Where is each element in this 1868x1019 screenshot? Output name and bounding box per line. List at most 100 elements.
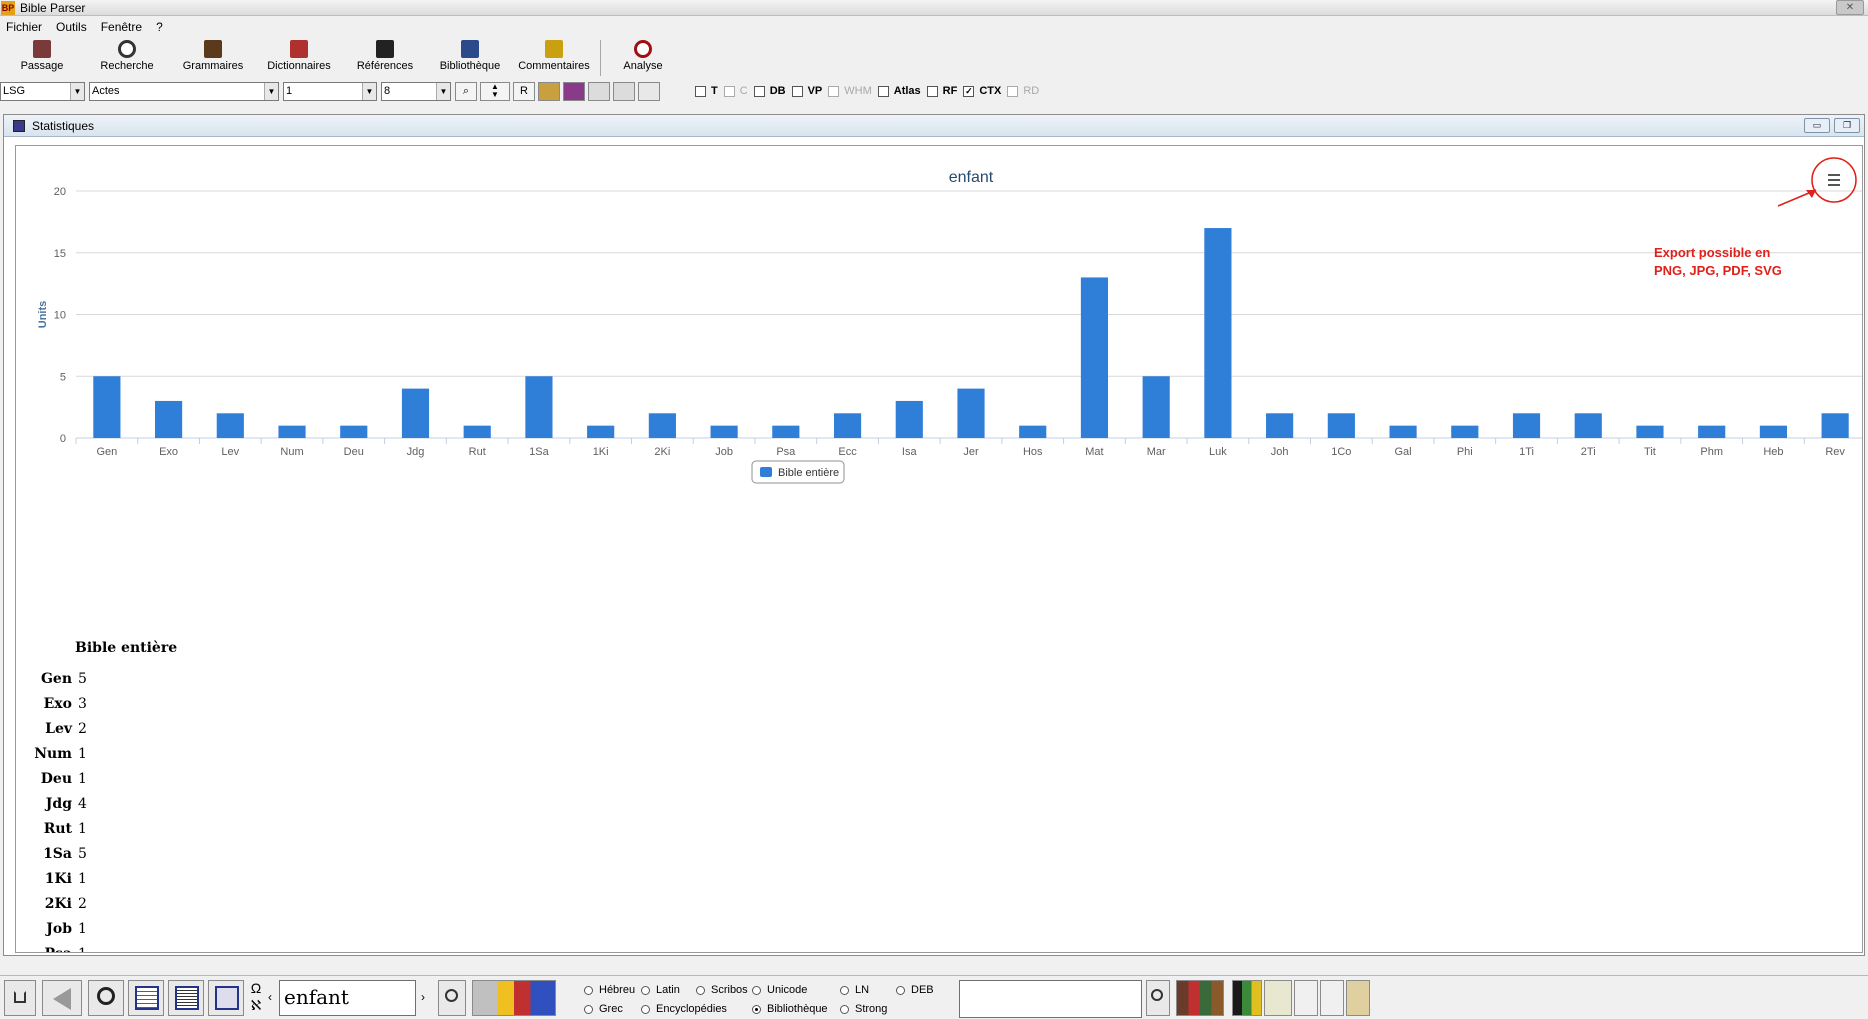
x-tick-label: Job bbox=[715, 446, 733, 458]
stats-book-label: Job bbox=[46, 920, 72, 937]
analysis-icon bbox=[634, 40, 652, 58]
x-tick-label: Gen bbox=[96, 446, 117, 458]
person-icon[interactable] bbox=[1346, 980, 1370, 1016]
references-button[interactable]: Références bbox=[342, 38, 428, 78]
y-tick-label: 10 bbox=[54, 310, 66, 322]
option-rf[interactable]: RF bbox=[926, 85, 957, 97]
radio-deb[interactable]: DEB bbox=[896, 984, 934, 996]
history-prev-button[interactable]: ‹ bbox=[268, 990, 272, 1004]
option-db[interactable]: DB bbox=[753, 85, 786, 97]
book-select[interactable]: Actes ▼ bbox=[89, 81, 279, 101]
stats-row: Gen 5 bbox=[26, 666, 326, 691]
stats-value: 4 bbox=[78, 795, 87, 812]
y-axis-label: Units bbox=[37, 301, 49, 329]
bar-2ki bbox=[648, 413, 676, 438]
verse-select[interactable]: 8 ▼ bbox=[381, 81, 451, 101]
menu-help[interactable]: ? bbox=[156, 18, 163, 36]
grammaires-button[interactable]: Grammaires bbox=[170, 38, 256, 78]
x-tick-label: Isa bbox=[902, 446, 918, 458]
menu-fichier[interactable]: Fichier bbox=[6, 18, 42, 36]
chapter-select[interactable]: 1 ▼ bbox=[283, 81, 377, 101]
option-whm[interactable]: WHM bbox=[828, 85, 872, 97]
lines-view-icon[interactable] bbox=[168, 980, 204, 1016]
library-books-icon[interactable] bbox=[1176, 980, 1224, 1016]
option-vp[interactable]: VP bbox=[791, 85, 822, 97]
option-t[interactable]: T bbox=[695, 85, 718, 97]
history-next-button[interactable]: › bbox=[421, 990, 425, 1004]
tools-icon[interactable] bbox=[613, 81, 635, 101]
bar-job bbox=[710, 425, 738, 438]
stats-value: 3 bbox=[78, 695, 87, 712]
single-column-icon[interactable] bbox=[128, 980, 164, 1016]
stats-row: Num 1 bbox=[26, 741, 326, 766]
passage-button[interactable]: Passage bbox=[0, 38, 84, 78]
back-arrow-icon[interactable] bbox=[42, 980, 82, 1016]
omega-icon[interactable]: Ω bbox=[248, 980, 264, 997]
minimize-button[interactable]: ▭ bbox=[1804, 118, 1830, 133]
columns-icon[interactable] bbox=[1232, 980, 1262, 1016]
options-checkboxes: T C DB VP WHM Atlas RF ✓ CTX RD bbox=[689, 85, 1039, 97]
aleph-icon[interactable]: ℵ bbox=[248, 997, 264, 1014]
bar-phm bbox=[1698, 425, 1726, 438]
bar-gen bbox=[93, 376, 121, 438]
radio-encyclopedies[interactable]: Encyclopédies bbox=[641, 1003, 727, 1015]
toolbox-icon[interactable] bbox=[538, 81, 560, 101]
recherche-button[interactable]: Recherche bbox=[84, 38, 170, 78]
network-graph-icon[interactable] bbox=[1294, 980, 1318, 1016]
version-select[interactable]: LSG ▼ bbox=[0, 81, 85, 101]
r-button[interactable]: R bbox=[513, 81, 535, 101]
statistics-content: enfant 0 5 10 15 20 Units Gen Exo Lev Num Deu Jdg Rut… bbox=[15, 145, 1863, 953]
radio-bibliotheque[interactable]: Bibliothèque bbox=[752, 1003, 828, 1015]
home-icon[interactable] bbox=[4, 980, 36, 1016]
x-tick-label: Rev bbox=[1825, 446, 1845, 458]
books-stack-icon[interactable] bbox=[563, 81, 585, 101]
radio-strong[interactable]: Strong bbox=[840, 1003, 887, 1015]
passage-selector-row: LSG ▼ Actes ▼ 1 ▼ 8 ▼ ⌕ ▲ ▼ R T C DB VP W… bbox=[0, 80, 1868, 102]
secondary-search-input[interactable] bbox=[959, 980, 1142, 1018]
analyse-button[interactable]: Analyse bbox=[605, 38, 681, 78]
radio-unicode[interactable]: Unicode bbox=[752, 984, 807, 996]
option-c[interactable]: C bbox=[723, 85, 748, 97]
radio-scribos[interactable]: Scribos bbox=[696, 984, 748, 996]
y-tick-label: 5 bbox=[60, 371, 66, 383]
bottom-toolbar: Ω ℵ ‹ enfant › Hébreu Latin Scribos Unic… bbox=[0, 975, 1868, 1019]
chevron-down-icon: ▼ bbox=[436, 82, 450, 100]
option-atlas[interactable]: Atlas bbox=[877, 85, 921, 97]
search-go-icon[interactable] bbox=[438, 980, 466, 1016]
commentaires-button[interactable]: Commentaires bbox=[512, 38, 596, 78]
title-bar: BP Bible Parser ✕ bbox=[0, 0, 1868, 16]
radio-latin[interactable]: Latin bbox=[641, 984, 680, 996]
export-menu-icon[interactable] bbox=[1828, 174, 1840, 186]
network-icon[interactable] bbox=[588, 81, 610, 101]
legend-swatch bbox=[760, 467, 772, 477]
option-ctx[interactable]: ✓ CTX bbox=[963, 85, 1001, 97]
pillars-icon[interactable] bbox=[1320, 980, 1344, 1016]
menu-fenetre[interactable]: Fenêtre bbox=[101, 18, 142, 36]
chevron-down-icon: ▼ bbox=[264, 82, 278, 100]
menu-outils[interactable]: Outils bbox=[56, 18, 87, 36]
option-rd[interactable]: RD bbox=[1007, 85, 1039, 97]
zoom-magnifier-icon[interactable] bbox=[88, 980, 124, 1016]
spin-updown-button[interactable]: ▲ ▼ bbox=[480, 81, 510, 101]
dictionnaires-button[interactable]: Dictionnaires bbox=[256, 38, 342, 78]
radio-hebreu[interactable]: Hébreu bbox=[584, 984, 635, 996]
search-input[interactable]: enfant bbox=[279, 980, 416, 1016]
windows-view-icon[interactable] bbox=[208, 980, 244, 1016]
stats-book-label: 2Ki bbox=[44, 895, 72, 912]
secondary-search-icon[interactable] bbox=[1146, 980, 1170, 1016]
alphabet-switch[interactable]: Ω ℵ bbox=[248, 980, 264, 1016]
close-window-button[interactable]: ✕ bbox=[1836, 0, 1864, 15]
x-tick-label: Hos bbox=[1023, 446, 1043, 458]
settings-icon[interactable] bbox=[638, 81, 660, 101]
go-search-button[interactable]: ⌕ bbox=[455, 81, 477, 101]
x-tick-label: Deu bbox=[344, 446, 364, 458]
stats-value: 5 bbox=[78, 670, 87, 687]
statistics-tools-icon[interactable] bbox=[472, 980, 556, 1016]
y-tick-label: 0 bbox=[60, 433, 66, 445]
radio-ln[interactable]: LN bbox=[840, 984, 869, 996]
x-tick-label: Psa bbox=[776, 446, 796, 458]
radio-grec[interactable]: Grec bbox=[584, 1003, 623, 1015]
bibliotheque-button[interactable]: Bibliothèque bbox=[428, 38, 512, 78]
grid-table-icon[interactable] bbox=[1264, 980, 1292, 1016]
restore-button[interactable]: ❐ bbox=[1834, 118, 1860, 133]
